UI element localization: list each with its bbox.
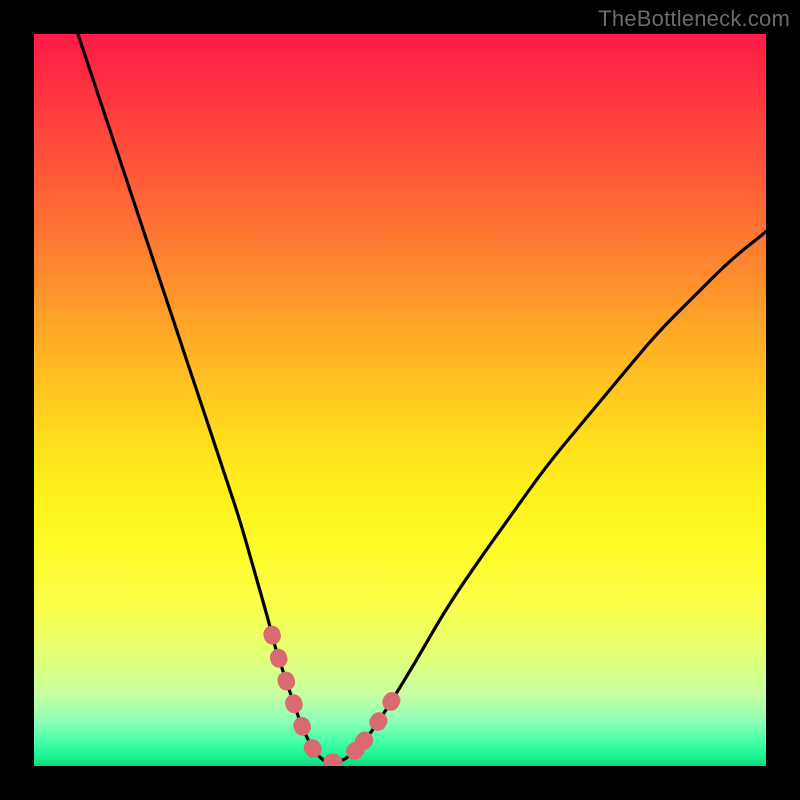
curve-path	[78, 34, 766, 762]
highlight-right	[363, 699, 392, 741]
bottleneck-curve	[34, 34, 766, 766]
watermark-text: TheBottleneck.com	[598, 6, 790, 32]
plot-area	[34, 34, 766, 766]
highlight-left	[272, 634, 309, 740]
highlight-bottom	[312, 746, 360, 763]
chart-frame: TheBottleneck.com	[0, 0, 800, 800]
